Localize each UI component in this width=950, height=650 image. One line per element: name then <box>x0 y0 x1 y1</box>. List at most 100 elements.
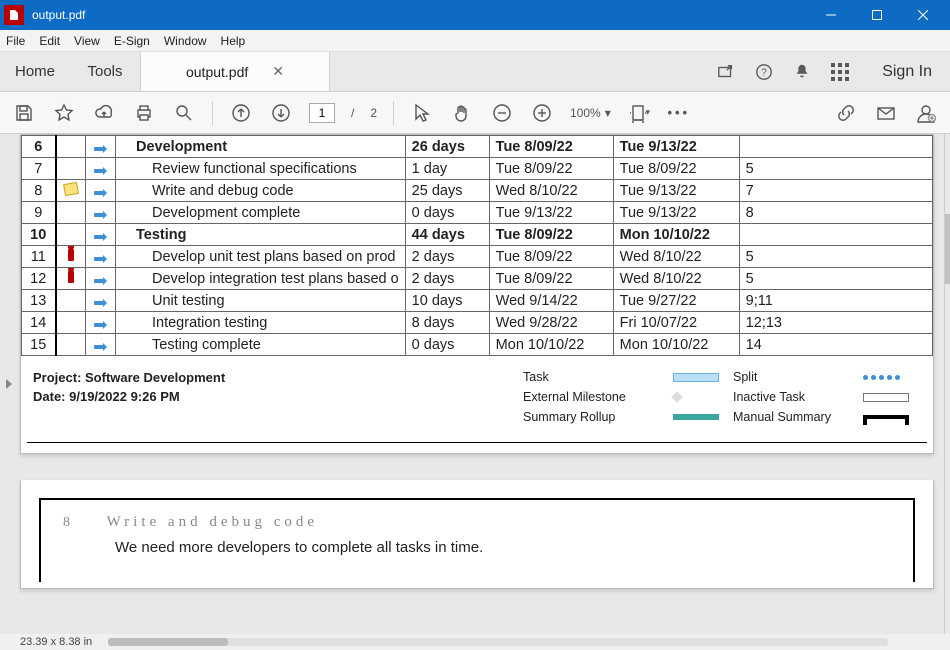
task-predecessors <box>739 224 932 246</box>
scrollbar-thumb[interactable] <box>108 638 228 646</box>
task-duration: 2 days <box>405 246 489 268</box>
task-name: Develop integration test plans based o <box>116 268 406 290</box>
zoom-out-icon[interactable] <box>490 101 514 125</box>
page-number-input[interactable] <box>309 103 335 123</box>
task-predecessors: 5 <box>739 158 932 180</box>
task-duration: 0 days <box>405 334 489 356</box>
legend: Project: Software Development Date: 9/19… <box>21 356 933 442</box>
save-icon[interactable] <box>12 101 36 125</box>
note-task-title: Write and debug code <box>107 514 318 530</box>
tab-home[interactable]: Home <box>0 52 70 91</box>
task-duration: 8 days <box>405 312 489 334</box>
page-separator: / <box>351 106 354 120</box>
star-icon[interactable] <box>52 101 76 125</box>
legend-msum-swatch <box>863 415 909 419</box>
task-mode-icon <box>94 169 108 173</box>
apps-icon[interactable] <box>830 62 850 82</box>
task-predecessors: 9;11 <box>739 290 932 312</box>
menu-view[interactable]: View <box>74 34 100 48</box>
task-mode-icon <box>94 279 108 283</box>
task-mode-icon <box>94 235 108 239</box>
task-name: Review functional specifications <box>116 158 406 180</box>
scrollbar-thumb[interactable] <box>945 214 950 284</box>
project-name: Project: Software Development <box>33 370 523 385</box>
menu-window[interactable]: Window <box>164 34 207 48</box>
task-start: Mon 10/10/22 <box>489 334 613 356</box>
task-start: Tue 9/13/22 <box>489 202 613 224</box>
table-row: 13Unit testing10 daysWed 9/14/22Tue 9/27… <box>22 290 933 312</box>
close-button[interactable] <box>900 0 946 30</box>
tab-tools[interactable]: Tools <box>70 52 140 91</box>
account-icon[interactable] <box>914 101 938 125</box>
table-row: 15Testing complete0 daysMon 10/10/22Mon … <box>22 334 933 356</box>
task-predecessors: 8 <box>739 202 932 224</box>
window-title: output.pdf <box>32 8 85 22</box>
task-name: Write and debug code <box>116 180 406 202</box>
menu-edit[interactable]: Edit <box>39 34 60 48</box>
find-icon[interactable] <box>172 101 196 125</box>
link-icon[interactable] <box>834 101 858 125</box>
menu-file[interactable]: File <box>6 34 25 48</box>
hand-tool-icon[interactable] <box>450 101 474 125</box>
chevron-down-icon: ▾ <box>646 107 651 118</box>
horizontal-scrollbar[interactable] <box>108 638 888 646</box>
app-icon <box>4 5 24 25</box>
task-mode-icon <box>94 345 108 349</box>
tab-document-label: output.pdf <box>186 64 248 80</box>
vertical-scrollbar[interactable] <box>944 134 950 634</box>
pdf-page-1: 6Development26 daysTue 8/09/22Tue 9/13/2… <box>20 134 934 454</box>
legend-rollup-label: Summary Rollup <box>523 410 673 424</box>
bell-icon[interactable] <box>792 62 812 82</box>
table-row: 6Development26 daysTue 8/09/22Tue 9/13/2… <box>22 136 933 158</box>
task-finish: Wed 8/10/22 <box>613 268 739 290</box>
task-finish: Tue 8/09/22 <box>613 158 739 180</box>
chevron-down-icon: ▾ <box>605 106 611 120</box>
menu-help[interactable]: Help <box>221 34 246 48</box>
print-icon[interactable] <box>132 101 156 125</box>
tab-close-icon[interactable]: ✕ <box>272 63 284 80</box>
tab-document[interactable]: output.pdf ✕ <box>140 52 330 91</box>
note-body: We need more developers to complete all … <box>115 539 891 556</box>
legend-ext-swatch <box>673 390 733 404</box>
person-icon <box>68 249 74 261</box>
task-name: Testing <box>116 224 406 246</box>
page-down-icon[interactable] <box>269 101 293 125</box>
minimize-button[interactable] <box>808 0 854 30</box>
task-start: Tue 8/09/22 <box>489 246 613 268</box>
task-duration: 1 day <box>405 158 489 180</box>
task-start: Wed 9/14/22 <box>489 290 613 312</box>
share-device-icon[interactable] <box>716 62 736 82</box>
zoom-value: 100% <box>570 106 601 120</box>
table-row: 10Testing44 daysTue 8/09/22Mon 10/10/22 <box>22 224 933 246</box>
note-task-number: 8 <box>63 515 103 531</box>
menu-bar: File Edit View E-Sign Window Help <box>0 30 950 52</box>
zoom-in-icon[interactable] <box>530 101 554 125</box>
zoom-dropdown[interactable]: 100% ▾ <box>570 106 611 120</box>
legend-split-label: Split <box>733 370 863 384</box>
nav-pane-toggle[interactable] <box>0 134 18 634</box>
menu-esign[interactable]: E-Sign <box>114 34 150 48</box>
task-predecessors: 7 <box>739 180 932 202</box>
page-up-icon[interactable] <box>229 101 253 125</box>
fit-width-icon[interactable]: ▾ <box>627 101 651 125</box>
task-finish: Mon 10/10/22 <box>613 224 739 246</box>
table-row: 14Integration testing8 daysWed 9/28/22Fr… <box>22 312 933 334</box>
task-predecessors: 5 <box>739 268 932 290</box>
task-predecessors: 5 <box>739 246 932 268</box>
more-tools-icon[interactable]: ••• <box>667 101 691 125</box>
person-icon <box>68 271 74 283</box>
task-mode-icon <box>94 257 108 261</box>
help-icon[interactable]: ? <box>754 62 774 82</box>
email-icon[interactable] <box>874 101 898 125</box>
sign-in-button[interactable]: Sign In <box>868 63 932 81</box>
selection-tool-icon[interactable] <box>410 101 434 125</box>
task-mode-icon <box>94 213 108 217</box>
project-date: Date: 9/19/2022 9:26 PM <box>33 389 523 404</box>
legend-rollup-swatch <box>673 414 719 420</box>
task-mode-icon <box>94 191 108 195</box>
cloud-upload-icon[interactable] <box>92 101 116 125</box>
svg-text:?: ? <box>761 67 767 78</box>
maximize-button[interactable] <box>854 0 900 30</box>
task-predecessors: 12;13 <box>739 312 932 334</box>
task-start: Wed 9/28/22 <box>489 312 613 334</box>
